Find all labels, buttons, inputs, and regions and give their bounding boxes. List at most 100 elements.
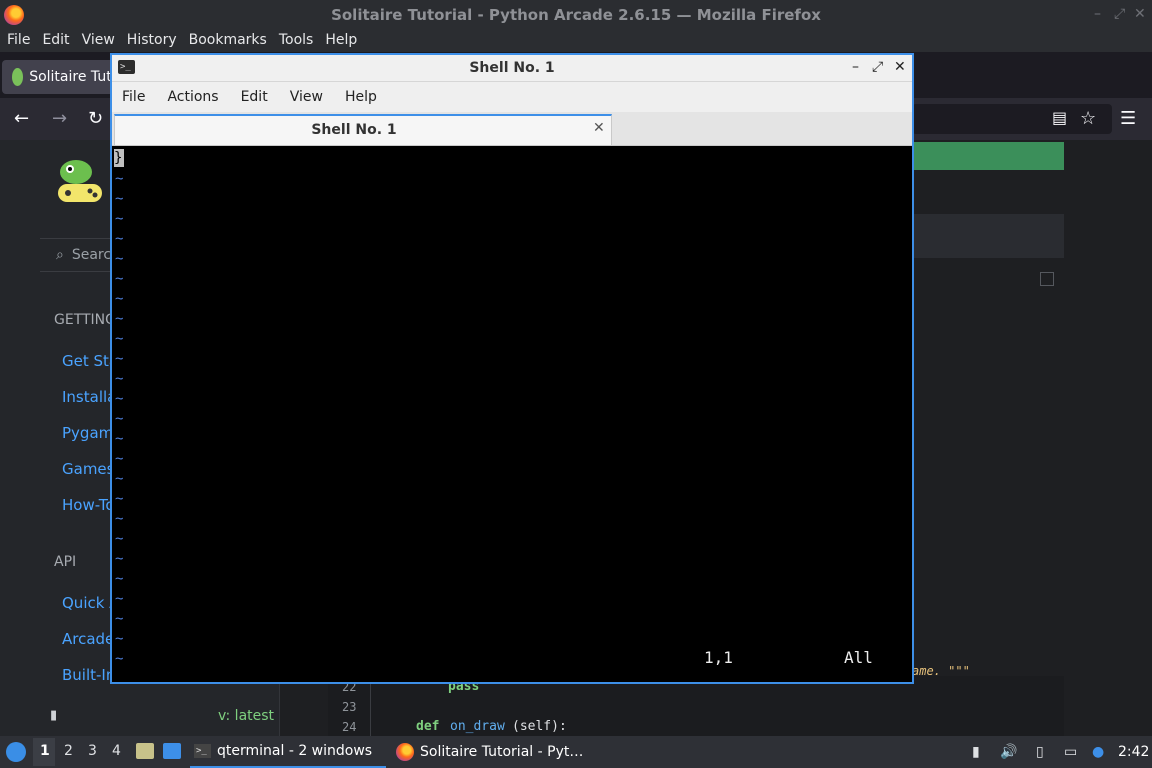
reload-icon[interactable]: ↻ — [88, 108, 103, 129]
vim-tilde: ~ — [115, 351, 124, 367]
vim-tilde: ~ — [115, 391, 124, 407]
maximize-icon[interactable]: ⤢ — [872, 59, 883, 75]
clipboard-icon[interactable]: ▯ — [1036, 744, 1044, 760]
close-icon[interactable]: ✕ — [1134, 6, 1146, 22]
task-label: Solitaire Tutorial - Pyt… — [420, 744, 584, 760]
vim-tilde: ~ — [115, 531, 124, 547]
vim-tilde: ~ — [115, 431, 124, 447]
network-icon[interactable]: ▭ — [1064, 744, 1077, 760]
firefox-window-title: Solitaire Tutorial - Python Arcade 2.6.1… — [331, 6, 821, 24]
menu-help[interactable]: Help — [322, 30, 360, 52]
terminal-titlebar: >_ Shell No. 1 – ⤢ ✕ — [112, 55, 912, 82]
terminal-menu-edit[interactable]: Edit — [241, 89, 268, 105]
menu-history[interactable]: History — [124, 30, 180, 52]
terminal-tab-title: Shell No. 1 — [311, 122, 397, 138]
line-number: 23 — [342, 700, 357, 714]
arcade-logo-icon — [58, 160, 102, 202]
terminal-menubar: File Actions Edit View Help — [112, 82, 912, 112]
code-block: ame. """ 22 pass 23 24 def on_draw (self… — [328, 664, 1064, 736]
battery-icon[interactable]: ▮ — [972, 744, 980, 760]
desktop-2[interactable]: 2 — [64, 743, 73, 759]
terminal-cursor: } — [114, 149, 124, 167]
vim-tilde: ~ — [115, 411, 124, 427]
terminal-tab-shell-1[interactable]: Shell No. 1 ✕ — [114, 114, 612, 145]
search-icon: ⌕ — [56, 247, 64, 263]
arrow-left-icon[interactable]: ← — [14, 108, 29, 129]
reader-view-icon[interactable]: ▤ — [1052, 108, 1067, 127]
code-function-name: on_draw — [450, 719, 505, 734]
menu-view[interactable]: View — [79, 30, 118, 52]
vim-tilde: ~ — [115, 651, 124, 667]
copy-icon[interactable] — [1040, 272, 1054, 286]
vim-tilde: ~ — [115, 291, 124, 307]
vim-tilde: ~ — [115, 471, 124, 487]
terminal-menu-view[interactable]: View — [290, 89, 323, 105]
terminal-menu-help[interactable]: Help — [345, 89, 377, 105]
menu-tools[interactable]: Tools — [276, 30, 317, 52]
vim-tilde: ~ — [115, 331, 124, 347]
notification-icon[interactable]: ● — [1092, 744, 1104, 760]
task-firefox[interactable]: Solitaire Tutorial - Pyt… — [392, 736, 592, 768]
vim-cursor-position: 1,1 — [704, 648, 733, 667]
volume-icon[interactable]: 🔊 — [1000, 744, 1017, 760]
start-menu-icon[interactable] — [6, 742, 26, 762]
code-args: (self): — [512, 719, 567, 734]
vim-tilde: ~ — [115, 591, 124, 607]
vim-tilde: ~ — [115, 251, 124, 267]
book-icon[interactable]: ▮ — [50, 708, 57, 723]
desktop-3[interactable]: 3 — [88, 743, 97, 759]
menu-bookmarks[interactable]: Bookmarks — [186, 30, 270, 52]
close-icon[interactable]: ✕ — [894, 59, 906, 75]
desktop-4[interactable]: 4 — [112, 743, 121, 759]
minimize-icon[interactable]: – — [1094, 6, 1101, 22]
vim-tilde: ~ — [115, 451, 124, 467]
minimize-icon[interactable]: – — [852, 59, 859, 75]
firefox-titlebar: Solitaire Tutorial - Python Arcade 2.6.1… — [0, 0, 1152, 30]
version-selector[interactable]: v: latest — [218, 708, 274, 724]
terminal-menu-file[interactable]: File — [122, 89, 145, 105]
desktop-1[interactable]: 1 — [40, 743, 50, 759]
task-label: qterminal - 2 windows — [217, 743, 373, 759]
menu-edit[interactable]: Edit — [39, 30, 72, 52]
clock: 2:42 — [1118, 744, 1150, 760]
terminal-tabbar: Shell No. 1 ✕ — [112, 112, 912, 146]
firefox-icon — [396, 743, 414, 761]
code-docstring-tail: ame. """ — [912, 664, 970, 678]
qterminal-window: >_ Shell No. 1 – ⤢ ✕ File Actions Edit V… — [110, 53, 914, 684]
arrow-right-icon[interactable]: → — [52, 108, 67, 129]
vim-tilde: ~ — [115, 271, 124, 287]
show-desktop-icon[interactable] — [163, 743, 181, 759]
vim-tilde: ~ — [115, 611, 124, 627]
vim-tilde: ~ — [115, 491, 124, 507]
code-gutter — [370, 676, 371, 736]
vim-tilde: ~ — [115, 231, 124, 247]
hamburger-icon[interactable]: ☰ — [1120, 108, 1136, 129]
green-banner — [912, 142, 1064, 170]
vim-tilde: ~ — [115, 311, 124, 327]
right-panel — [912, 214, 1064, 258]
vim-tilde: ~ — [115, 551, 124, 567]
code-keyword: def — [416, 719, 440, 734]
vim-tilde: ~ — [115, 371, 124, 387]
file-manager-icon[interactable] — [136, 743, 154, 759]
vim-tilde: ~ — [115, 631, 124, 647]
vim-tilde: ~ — [115, 511, 124, 527]
vim-scroll-scope: All — [844, 648, 873, 667]
star-icon[interactable]: ☆ — [1080, 108, 1096, 129]
task-qterminal[interactable]: >_ qterminal - 2 windows — [190, 736, 386, 768]
terminal-screen[interactable]: } ~ ~ ~ ~ ~ ~ ~ ~ ~ ~ ~ ~ ~ ~ ~ ~ ~ ~ ~ ~ ~ ~ ~ ~ ~ 1,1 All — [112, 146, 912, 682]
terminal-menu-actions[interactable]: Actions — [167, 89, 218, 105]
vim-tilde: ~ — [115, 571, 124, 587]
restore-icon[interactable]: ⤢ — [1114, 6, 1125, 22]
arcade-snake-icon — [12, 68, 24, 86]
menu-file[interactable]: File — [4, 30, 33, 52]
line-number: 24 — [342, 720, 357, 734]
taskbar: 1 2 3 4 >_ qterminal - 2 windows Solitai… — [0, 736, 1152, 768]
section-heading-api: API — [54, 554, 77, 570]
vim-tilde: ~ — [115, 211, 124, 227]
vim-empty-lines: ~ ~ ~ ~ ~ ~ ~ ~ ~ ~ ~ ~ ~ ~ ~ ~ ~ ~ ~ ~ ~ ~ ~ ~ ~ — [115, 169, 123, 669]
vim-tilde: ~ — [115, 171, 124, 187]
firefox-icon — [4, 5, 24, 25]
tab-close-icon[interactable]: ✕ — [593, 120, 605, 136]
vim-tilde: ~ — [115, 191, 124, 207]
